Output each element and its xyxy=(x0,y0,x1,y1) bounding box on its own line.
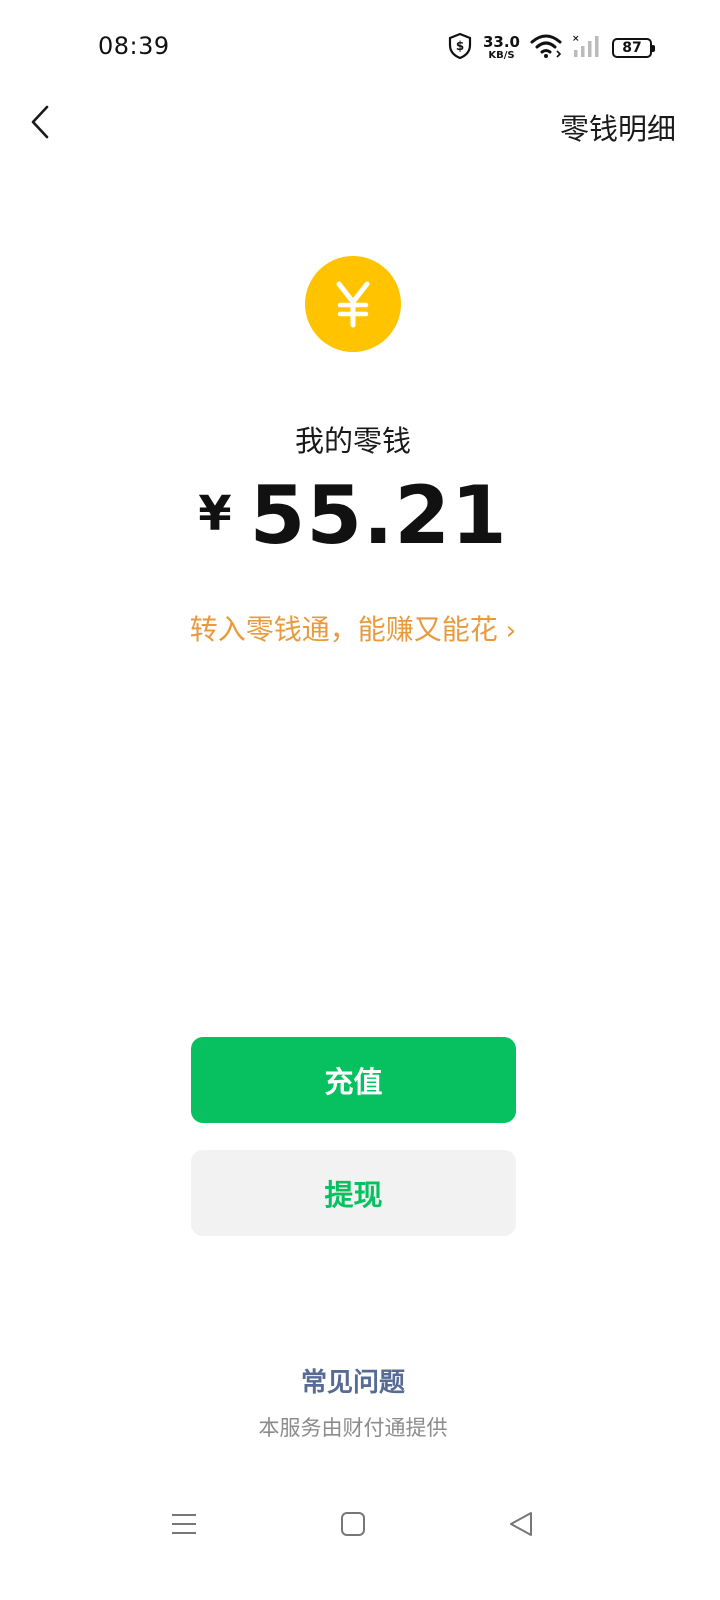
shield-dollar-icon: $ xyxy=(447,32,473,64)
balance-amount: 55.21 xyxy=(249,469,508,562)
status-bar: 08:39 $ 33.0 KB/S × 87 xyxy=(0,0,720,96)
battery-icon: 87 xyxy=(612,38,655,58)
svg-text:$: $ xyxy=(456,39,464,53)
transaction-detail-link[interactable]: 零钱明细 xyxy=(560,106,676,148)
yen-coin-icon xyxy=(305,256,401,352)
back-button[interactable] xyxy=(20,100,60,148)
status-time: 08:39 xyxy=(98,32,170,60)
chevron-right-icon: › xyxy=(505,616,517,646)
system-nav-bar xyxy=(0,1488,720,1560)
signal-icon: × xyxy=(572,33,602,63)
promo-text: 转入零钱通，能赚又能花 xyxy=(189,613,498,646)
svg-text:×: × xyxy=(572,34,580,44)
balance: ¥ 55.21 xyxy=(0,472,706,560)
net-speed-unit: KB/S xyxy=(488,50,515,61)
status-icons: $ 33.0 KB/S × 87 xyxy=(447,32,655,64)
provider-note: 本服务由财付通提供 xyxy=(258,1416,448,1440)
net-speed: 33.0 KB/S xyxy=(483,35,520,61)
wallet-screen: 08:39 $ 33.0 KB/S × 87 零钱明细 我的零钱 ¥ 55.21… xyxy=(0,0,720,1600)
net-speed-value: 33.0 xyxy=(482,33,520,51)
battery-level: 87 xyxy=(622,40,642,56)
currency-symbol: ¥ xyxy=(198,486,232,542)
wealth-promo-link[interactable]: 转入零钱通，能赚又能花 › xyxy=(0,608,706,648)
system-home-button[interactable] xyxy=(329,1502,377,1550)
chevron-left-icon xyxy=(29,105,51,143)
home-icon xyxy=(339,1510,367,1542)
system-menu-button[interactable] xyxy=(160,1502,208,1550)
recharge-button[interactable]: 充值 xyxy=(191,1037,516,1123)
wallet-label: 我的零钱 xyxy=(294,424,411,458)
wifi-icon xyxy=(530,33,562,63)
menu-icon xyxy=(170,1510,198,1542)
withdraw-button[interactable]: 提现 xyxy=(191,1150,516,1236)
back-triangle-icon xyxy=(507,1510,535,1542)
faq-link[interactable]: 常见问题 xyxy=(0,1362,706,1399)
nav-bar: 零钱明细 xyxy=(0,96,720,156)
system-back-button[interactable] xyxy=(497,1502,545,1550)
